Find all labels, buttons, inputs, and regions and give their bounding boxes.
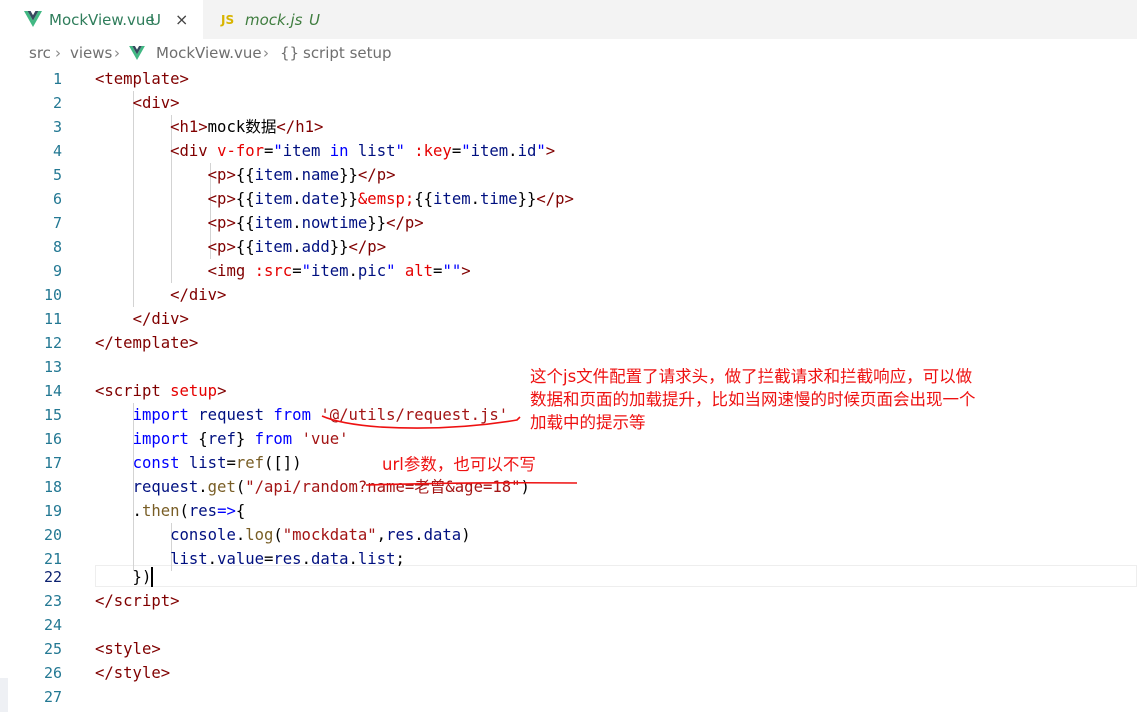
- annotation-underline: [321, 415, 578, 486]
- sidebar-edge: [0, 678, 8, 712]
- annotation-note-url: url参数，也可以不写: [382, 455, 536, 474]
- annotation-note-request: 这个js文件配置了请求头，做了拦截请求和拦截响应，可以做 数据和页面的加载提升，…: [530, 367, 976, 432]
